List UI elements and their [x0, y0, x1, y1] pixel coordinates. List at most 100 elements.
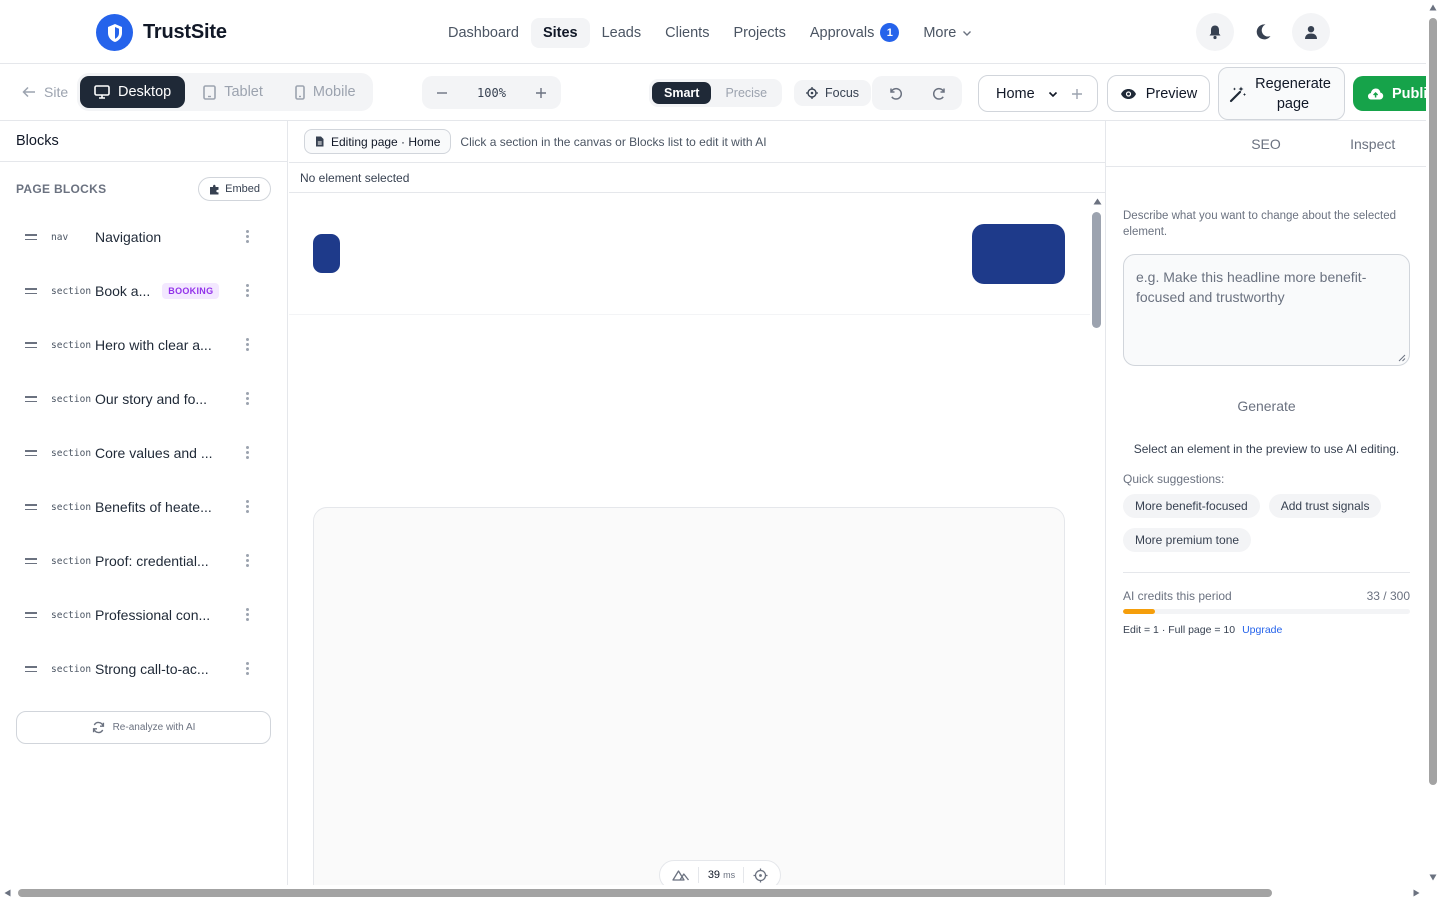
target-icon[interactable] [753, 868, 768, 883]
preview-hero-section[interactable] [313, 507, 1065, 885]
nav-dashboard[interactable]: Dashboard [436, 18, 531, 48]
more-vertical-icon[interactable] [246, 446, 249, 459]
drag-handle-icon[interactable] [25, 450, 39, 456]
moon-icon[interactable] [1244, 13, 1282, 51]
block-item[interactable]: section Strong call-to-ac... [16, 642, 271, 696]
block-tag: section [51, 609, 92, 621]
nav-projects[interactable]: Projects [721, 18, 797, 48]
zoom-in-icon[interactable] [535, 87, 547, 99]
nav-approvals[interactable]: Approvals 1 [798, 16, 911, 49]
drag-handle-icon[interactable] [25, 396, 39, 402]
block-item[interactable]: section Professional con... [16, 588, 271, 642]
block-name: Core values and ... [95, 445, 213, 461]
back-label: Site [44, 84, 69, 100]
mode-precise-button[interactable]: Precise [713, 82, 779, 104]
scroll-up-icon[interactable] [1429, 4, 1437, 11]
block-item[interactable]: section Core values and ... [16, 426, 271, 480]
resize-handle-icon[interactable] [1398, 354, 1406, 362]
device-desktop-button[interactable]: Desktop [80, 76, 186, 108]
chevron-down-icon [963, 30, 972, 36]
device-tablet-button[interactable]: Tablet [189, 76, 277, 108]
file-icon [316, 136, 324, 147]
zoom-out-icon[interactable] [436, 87, 448, 99]
preview-button[interactable]: Preview [1107, 75, 1210, 112]
tab-inspect[interactable]: Inspect [1319, 121, 1426, 166]
block-item[interactable]: section Hero with clear a... [16, 318, 271, 372]
more-vertical-icon[interactable] [246, 554, 249, 567]
drag-handle-icon[interactable] [25, 342, 39, 348]
block-item[interactable]: section Book a... BOOKING [16, 264, 271, 318]
block-item[interactable]: section Proof: credential... [16, 534, 271, 588]
embed-button[interactable]: Embed [198, 177, 271, 201]
add-page-icon[interactable] [1071, 88, 1083, 100]
zoom-level: 100% [477, 85, 506, 100]
more-vertical-icon[interactable] [246, 500, 249, 513]
device-mobile-button[interactable]: Mobile [281, 76, 370, 108]
regenerate-page-button[interactable]: Regenerate page [1218, 67, 1345, 120]
more-vertical-icon[interactable] [246, 662, 249, 675]
nav-more[interactable]: More [911, 18, 984, 48]
scroll-left-icon[interactable] [4, 889, 11, 897]
suggestion-chip[interactable]: More premium tone [1123, 528, 1252, 552]
bell-icon[interactable] [1196, 13, 1234, 51]
nav-sites[interactable]: Sites [530, 17, 590, 48]
block-item[interactable]: nav Navigation [16, 210, 271, 264]
redo-icon[interactable] [932, 85, 948, 101]
undo-icon[interactable] [887, 85, 903, 101]
block-tag: section [51, 285, 92, 297]
tablet-icon [203, 84, 217, 100]
suggestion-chip[interactable]: Add trust signals [1268, 494, 1382, 518]
tab-seo[interactable]: SEO [1213, 121, 1320, 166]
preview-site-header[interactable] [289, 194, 1090, 315]
drag-handle-icon[interactable] [25, 612, 39, 618]
editing-page-pill: Editing page · Home [304, 129, 452, 154]
app-logo[interactable]: TrustSite [96, 14, 227, 51]
drag-handle-icon[interactable] [25, 288, 39, 294]
page-selector[interactable]: Home [978, 75, 1098, 112]
more-vertical-icon[interactable] [246, 338, 249, 351]
credits-count: 33 / 300 [1366, 589, 1410, 603]
credits-progress-fill [1123, 609, 1155, 614]
more-vertical-icon[interactable] [246, 230, 249, 243]
quick-suggestions-title: Quick suggestions: [1123, 472, 1225, 486]
scroll-down-icon[interactable] [1429, 874, 1437, 881]
scroll-up-icon[interactable] [1093, 198, 1102, 205]
drag-handle-icon[interactable] [25, 504, 39, 510]
drag-handle-icon[interactable] [25, 558, 39, 564]
focus-label: Focus [825, 86, 860, 100]
reanalyze-label: Re-analyze with AI [112, 722, 196, 733]
block-item[interactable]: section Benefits of heate... [16, 480, 271, 534]
preview-cta-placeholder[interactable] [972, 224, 1065, 284]
nav-clients[interactable]: Clients [653, 18, 721, 48]
credits-progress-bar [1123, 609, 1410, 614]
block-tag: section [51, 393, 92, 405]
user-icon[interactable] [1292, 13, 1330, 51]
top-right-actions [1196, 13, 1330, 51]
page-horizontal-scroll-thumb[interactable] [18, 889, 1272, 897]
upgrade-link[interactable]: Upgrade [1242, 624, 1282, 636]
preview-logo-placeholder[interactable] [313, 234, 340, 273]
panel-tabs: AI SEO Inspect [1106, 121, 1426, 167]
mode-smart-button[interactable]: Smart [652, 82, 712, 104]
back-to-site-button[interactable]: Site [22, 84, 68, 100]
nav-leads[interactable]: Leads [590, 18, 654, 48]
ai-prompt-input[interactable]: e.g. Make this headline more benefit-foc… [1123, 254, 1410, 366]
tab-ai[interactable]: AI [1106, 121, 1213, 166]
device-desktop-label: Desktop [118, 84, 172, 100]
canvas-scroll-thumb[interactable] [1092, 212, 1101, 328]
scroll-right-icon[interactable] [1413, 889, 1420, 897]
drag-handle-icon[interactable] [25, 666, 39, 672]
generate-button[interactable]: Generate [1123, 398, 1410, 414]
suggestion-chip[interactable]: More benefit-focused [1123, 494, 1260, 518]
preview-canvas[interactable]: 39 ms [289, 194, 1105, 885]
more-vertical-icon[interactable] [246, 284, 249, 297]
reanalyze-button[interactable]: Re-analyze with AI [16, 711, 271, 744]
block-item[interactable]: section Our story and fo... [16, 372, 271, 426]
page-vertical-scroll-thumb[interactable] [1429, 18, 1437, 785]
focus-button[interactable]: Focus [794, 80, 872, 106]
more-vertical-icon[interactable] [246, 392, 249, 405]
drag-handle-icon[interactable] [25, 234, 39, 240]
more-vertical-icon[interactable] [246, 608, 249, 621]
nav-more-label: More [923, 24, 957, 41]
divider [1123, 572, 1410, 573]
